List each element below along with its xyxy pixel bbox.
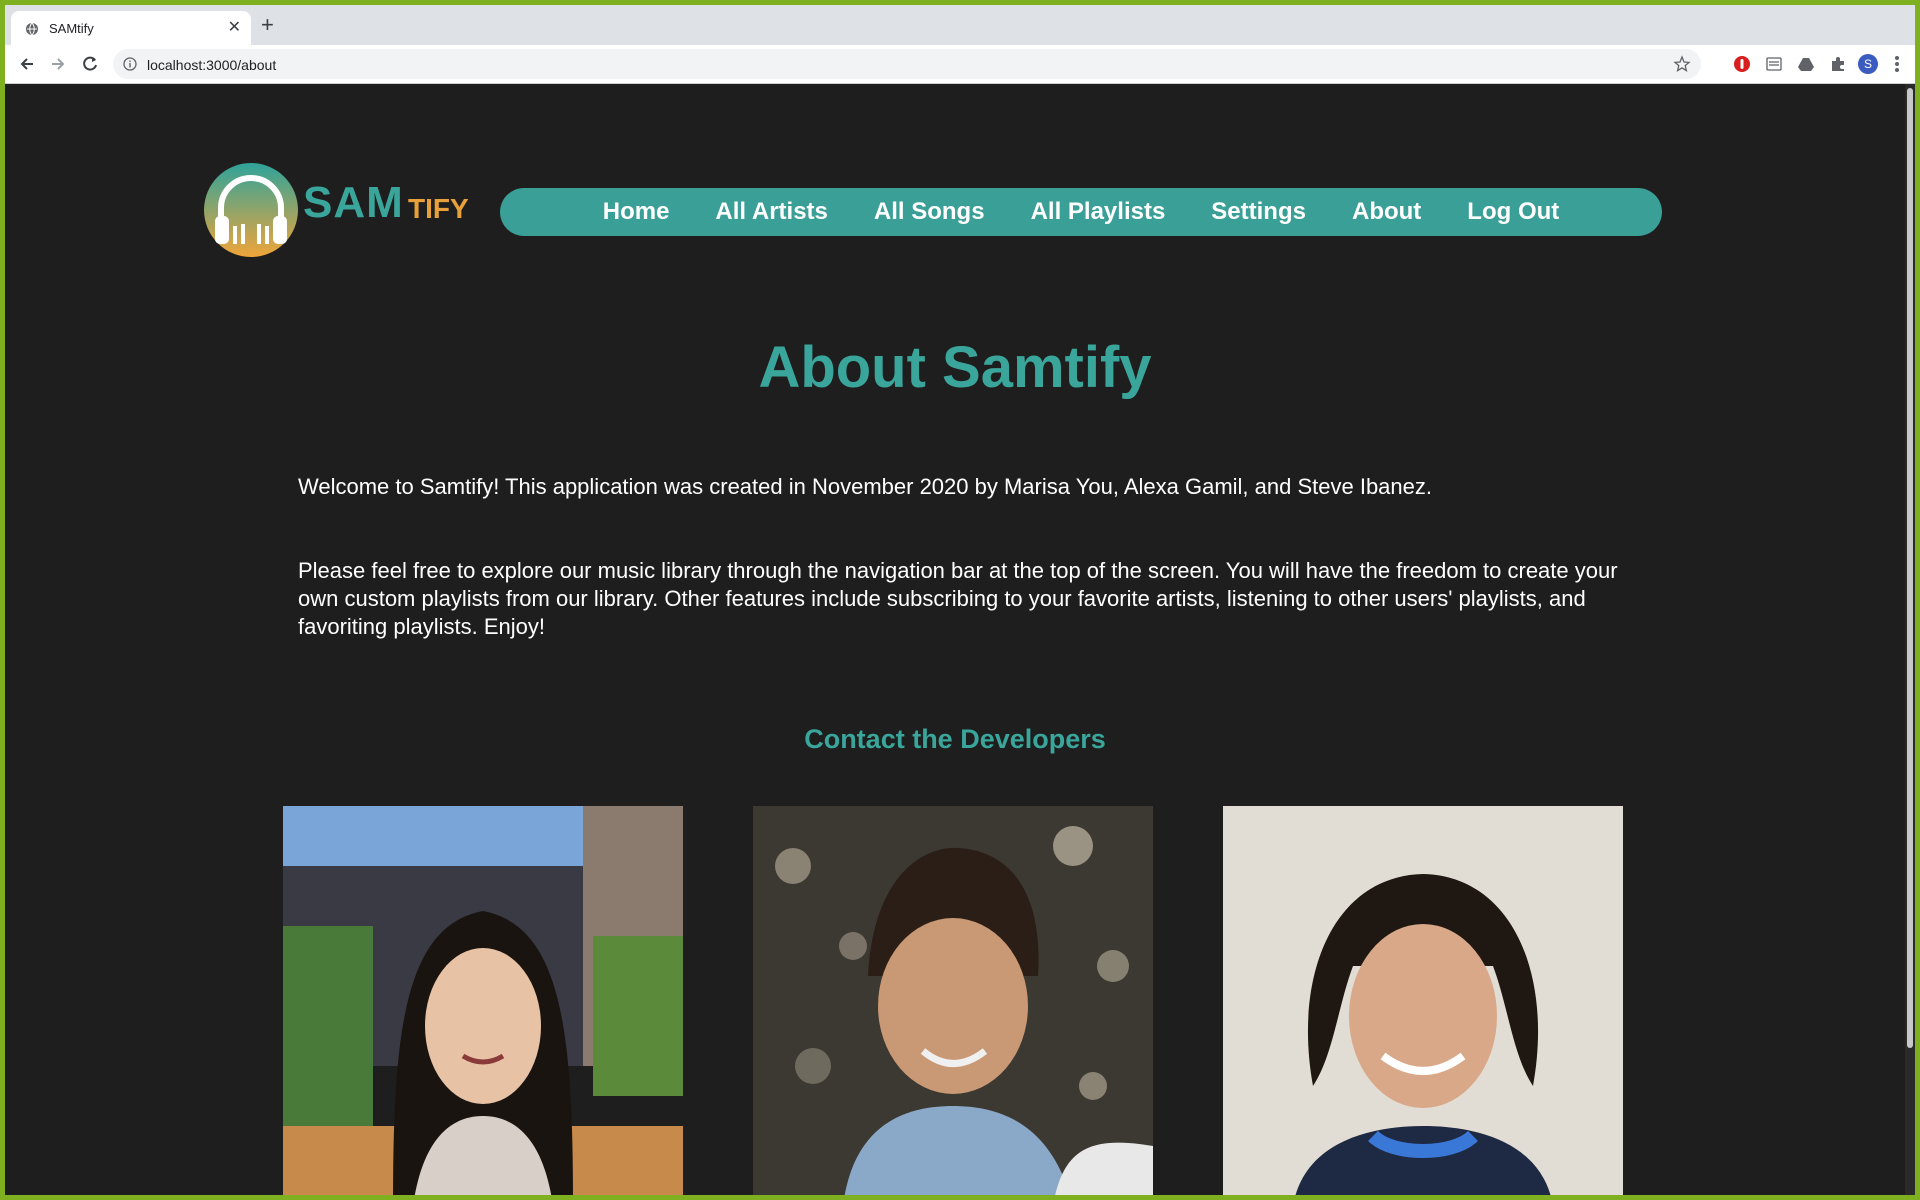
nav-all-songs[interactable]: All Songs xyxy=(874,198,985,226)
puzzle-extensions-icon[interactable] xyxy=(1829,55,1847,73)
main-navbar: Home All Artists All Songs All Playlists… xyxy=(500,188,1662,236)
nav-all-playlists[interactable]: All Playlists xyxy=(1031,198,1166,226)
back-arrow-icon[interactable] xyxy=(17,54,37,74)
contact-heading: Contact the Developers xyxy=(804,724,1106,754)
address-bar[interactable]: localhost:3000/about xyxy=(113,49,1701,79)
page-scrollbar[interactable] xyxy=(1905,84,1915,1195)
page-title: About Samtify xyxy=(758,335,1152,400)
developer-photo-1[interactable] xyxy=(283,806,683,1195)
nav-about[interactable]: About xyxy=(1352,198,1421,226)
logo-text-tify: TIFY xyxy=(408,193,469,224)
globe-icon xyxy=(26,22,38,36)
nav-log-out[interactable]: Log Out xyxy=(1467,198,1559,226)
nav-all-artists[interactable]: All Artists xyxy=(715,198,827,226)
drive-extension-icon[interactable] xyxy=(1797,55,1815,73)
browser-toolbar: localhost:3000/about S xyxy=(5,45,1915,84)
logo-text-sam: SAM xyxy=(303,178,404,227)
info-icon[interactable] xyxy=(123,57,137,71)
new-tab-icon[interactable]: + xyxy=(261,12,274,38)
nav-home[interactable]: Home xyxy=(603,198,670,226)
tab-strip: SAMtify ✕ + xyxy=(5,5,1915,45)
nav-settings[interactable]: Settings xyxy=(1211,198,1306,226)
description-paragraph: Please feel free to explore our music li… xyxy=(298,558,1618,639)
samtify-logo[interactable]: SAM TIFY xyxy=(201,160,471,260)
bookmark-star-icon[interactable] xyxy=(1673,55,1691,73)
profile-avatar[interactable]: S xyxy=(1858,54,1878,74)
developer-photo-2[interactable] xyxy=(753,806,1153,1195)
browser-window: SAMtify ✕ + localhost:3000/about S SAM T… xyxy=(5,5,1915,1195)
reader-extension-icon[interactable] xyxy=(1765,55,1783,73)
url-text: localhost:3000/about xyxy=(147,57,277,73)
browser-tab[interactable]: SAMtify ✕ xyxy=(11,11,251,45)
headphones-logo-icon xyxy=(204,163,298,257)
reload-icon[interactable] xyxy=(80,54,100,74)
close-tab-icon[interactable]: ✕ xyxy=(228,18,241,38)
forward-arrow-icon[interactable] xyxy=(48,54,68,74)
scrollbar-thumb[interactable] xyxy=(1907,88,1913,1048)
tab-title: SAMtify xyxy=(49,21,94,36)
about-page: SAM TIFY Home All Artists All Songs All … xyxy=(5,84,1905,1195)
more-menu-icon[interactable] xyxy=(1894,53,1900,75)
adblock-extension-icon[interactable] xyxy=(1733,55,1751,73)
welcome-paragraph: Welcome to Samtify! This application was… xyxy=(298,474,1432,499)
developer-photo-3[interactable] xyxy=(1223,806,1623,1195)
